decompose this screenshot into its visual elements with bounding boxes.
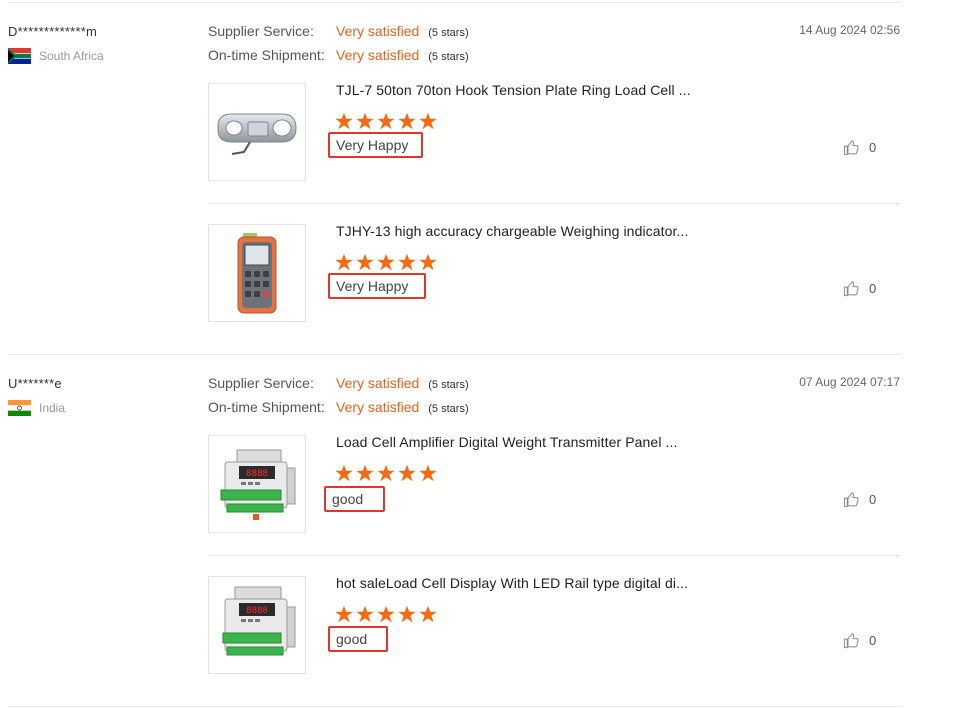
product-star-rating	[335, 253, 437, 271]
review-date: 14 Aug 2024 02:56	[799, 23, 900, 37]
star-icon	[398, 112, 416, 130]
supplier-service-rating: Supplier Service: Very satisfied (5 star…	[208, 375, 469, 391]
rating-value: Very satisfied	[336, 375, 420, 391]
load-cell-icon	[217, 113, 297, 155]
product-image[interactable]	[208, 83, 306, 181]
product-star-rating	[335, 112, 437, 130]
star-icon	[419, 253, 437, 271]
review-date: 07 Aug 2024 07:17	[799, 375, 900, 389]
din-rail-display-icon: 8888	[222, 586, 296, 656]
rating-label: Supplier Service:	[208, 375, 314, 391]
star-icon	[377, 605, 395, 623]
star-icon	[377, 464, 395, 482]
product-title-link[interactable]: Load Cell Amplifier Digital Weight Trans…	[336, 434, 677, 450]
product-divider	[208, 555, 900, 556]
on-time-shipment-rating: On-time Shipment: Very satisfied (5 star…	[208, 47, 469, 63]
star-icon	[419, 112, 437, 130]
svg-text:8888: 8888	[246, 606, 268, 616]
rating-label: On-time Shipment:	[208, 47, 325, 63]
thumbs-up-icon	[843, 633, 859, 649]
review-comment: good	[328, 626, 388, 652]
star-icon	[335, 112, 353, 130]
star-icon	[356, 253, 374, 271]
product-title-link[interactable]: TJL-7 50ton 70ton Hook Tension Plate Rin…	[336, 82, 691, 98]
review-comment: good	[324, 486, 385, 512]
svg-text:8888: 8888	[246, 469, 268, 479]
star-icon	[335, 605, 353, 623]
din-rail-transmitter-icon: 8888	[220, 449, 296, 520]
like-count: 0	[869, 140, 877, 155]
helpful-like-button[interactable]: 0	[843, 491, 876, 508]
rating-value: Very satisfied	[336, 47, 420, 63]
rating-stars-text: (5 stars)	[428, 51, 469, 63]
review-comment: Very Happy	[328, 132, 423, 158]
rating-stars-text: (5 stars)	[428, 379, 469, 391]
country-name: India	[39, 401, 66, 415]
south-africa-flag-icon	[8, 48, 31, 64]
rating-stars-text: (5 stars)	[428, 403, 469, 415]
product-title-link[interactable]: hot saleLoad Cell Display With LED Rail …	[336, 575, 688, 591]
india-flag-icon	[8, 400, 31, 416]
like-count: 0	[869, 633, 877, 648]
review-divider	[8, 706, 900, 707]
star-icon	[356, 605, 374, 623]
rating-label: On-time Shipment:	[208, 399, 325, 415]
star-icon	[398, 464, 416, 482]
buyer-name: U*******e	[8, 376, 62, 391]
thumbs-up-icon	[843, 140, 859, 156]
star-icon	[419, 605, 437, 623]
helpful-like-button[interactable]: 0	[843, 280, 876, 297]
buyer-name: D*************m	[8, 24, 97, 39]
supplier-service-rating: Supplier Service: Very satisfied (5 star…	[208, 23, 469, 39]
review-divider	[8, 354, 900, 355]
star-icon	[398, 253, 416, 271]
star-icon	[335, 464, 353, 482]
buyer-country: South Africa	[8, 48, 104, 64]
product-star-rating	[335, 605, 437, 623]
helpful-like-button[interactable]: 0	[843, 139, 876, 156]
thumbs-up-icon	[843, 492, 859, 508]
rating-label: Supplier Service:	[208, 23, 314, 39]
review-comment: Very Happy	[328, 273, 426, 299]
product-image[interactable]	[208, 224, 306, 322]
product-star-rating	[335, 464, 437, 482]
star-icon	[398, 605, 416, 623]
rating-value: Very satisfied	[336, 399, 420, 415]
on-time-shipment-rating: On-time Shipment: Very satisfied (5 star…	[208, 399, 469, 415]
product-image[interactable]: 8888	[208, 435, 306, 533]
helpful-like-button[interactable]: 0	[843, 632, 876, 649]
country-name: South Africa	[39, 49, 104, 63]
star-icon	[356, 464, 374, 482]
buyer-country: India	[8, 400, 65, 416]
top-divider	[8, 2, 900, 3]
star-icon	[335, 253, 353, 271]
product-title-link[interactable]: TJHY-13 high accuracy chargeable Weighin…	[336, 223, 689, 239]
product-image[interactable]: 8888	[208, 576, 306, 674]
star-icon	[419, 464, 437, 482]
rating-value: Very satisfied	[336, 23, 420, 39]
star-icon	[377, 253, 395, 271]
rating-stars-text: (5 stars)	[428, 27, 469, 39]
handheld-indicator-icon	[237, 233, 277, 314]
like-count: 0	[869, 492, 877, 507]
thumbs-up-icon	[843, 281, 859, 297]
like-count: 0	[869, 281, 877, 296]
product-divider	[208, 203, 900, 204]
star-icon	[356, 112, 374, 130]
star-icon	[377, 112, 395, 130]
